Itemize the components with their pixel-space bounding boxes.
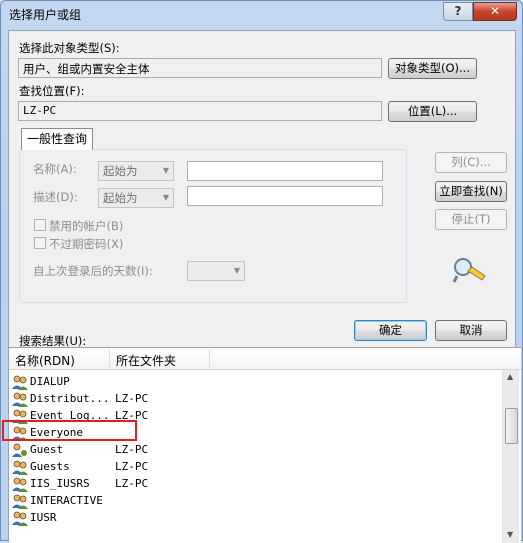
name-input[interactable]	[187, 161, 383, 181]
row-name: IUSR	[30, 511, 57, 524]
description-input[interactable]	[187, 186, 383, 206]
row-folder: LZ-PC	[115, 477, 149, 490]
chevron-down-icon: ▼	[162, 166, 169, 175]
object-type-label: 选择此对象类型(S):	[19, 41, 120, 55]
scroll-down-icon[interactable]: ▼	[507, 530, 513, 539]
list-item[interactable]: IUSR	[9, 510, 499, 527]
column-divider[interactable]	[209, 350, 210, 368]
user-icon	[12, 443, 27, 457]
non-expiring-password-checkbox[interactable]	[34, 237, 46, 249]
name-mode-select[interactable]: 起始为 ▼	[98, 161, 174, 181]
chevron-down-icon: ▼	[162, 193, 169, 202]
dialog-window: 选择用户或组 ? ✕ 选择此对象类型(S): 用户、组或内置安全主体 对象类型(…	[0, 0, 523, 543]
title-bar[interactable]: 选择用户或组 ? ✕	[1, 1, 522, 27]
non-expiring-password-label: 不过期密码(X)	[49, 237, 124, 251]
list-item[interactable]: IIS_IUSRS LZ-PC	[9, 476, 499, 493]
name-label: 名称(A):	[33, 162, 77, 176]
location-field: LZ-PC	[18, 101, 382, 121]
row-name: Guests	[30, 460, 70, 473]
description-mode-select[interactable]: 起始为 ▼	[98, 188, 174, 208]
days-since-logon-select[interactable]: ▼	[187, 261, 245, 281]
group-icon	[12, 477, 28, 492]
list-item[interactable]: Distribut... LZ-PC	[9, 391, 499, 408]
description-mode-value: 起始为	[103, 191, 138, 205]
description-label: 描述(D):	[33, 190, 78, 204]
row-folder: LZ-PC	[115, 443, 149, 456]
tab-common-queries[interactable]: 一般性查询	[21, 128, 93, 150]
chevron-down-icon: ▼	[233, 266, 240, 275]
group-icon	[12, 392, 28, 407]
location-label: 查找位置(F):	[19, 84, 85, 98]
cancel-button[interactable]: 取消	[435, 320, 507, 341]
row-folder: LZ-PC	[115, 460, 149, 473]
disabled-accounts-label: 禁用的帐户(B)	[49, 219, 124, 233]
scroll-up-icon[interactable]: ▲	[507, 372, 513, 381]
row-folder: LZ-PC	[115, 392, 149, 405]
find-now-button[interactable]: 立即查找(N)	[435, 181, 507, 202]
object-type-field: 用户、组或内置安全主体	[18, 58, 382, 78]
column-divider[interactable]	[109, 350, 110, 368]
list-item[interactable]: Guest LZ-PC	[9, 442, 499, 459]
list-item[interactable]: Guests LZ-PC	[9, 459, 499, 476]
column-header-name[interactable]: 名称(RDN)	[15, 352, 75, 369]
row-name: INTERACTIVE	[30, 494, 103, 507]
days-since-logon-label: 自上次登录后的天数(I):	[33, 264, 153, 278]
name-mode-value: 起始为	[103, 164, 138, 178]
group-icon	[12, 375, 28, 390]
locations-button[interactable]: 位置(L)...	[388, 101, 477, 122]
columns-button[interactable]: 列(C)...	[435, 152, 507, 173]
vertical-scrollbar[interactable]: ▲ ▼	[502, 370, 519, 543]
highlight-box	[2, 420, 137, 441]
results-header: 名称(RDN) 所在文件夹	[9, 348, 521, 370]
object-types-button[interactable]: 对象类型(O)...	[388, 58, 477, 79]
dialog-body: 选择此对象类型(S): 用户、组或内置安全主体 对象类型(O)... 查找位置(…	[8, 30, 521, 543]
window-title: 选择用户或组	[9, 8, 82, 22]
search-results-list[interactable]: 名称(RDN) 所在文件夹 DIALUP Distribut... LZ-PC Eve…	[9, 347, 521, 543]
row-name: DIALUP	[30, 375, 70, 388]
search-flashlight-icon	[452, 258, 486, 283]
ok-button[interactable]: 确定	[354, 320, 427, 341]
row-name: Distribut...	[30, 392, 110, 405]
list-item[interactable]: INTERACTIVE	[9, 493, 499, 510]
disabled-accounts-checkbox[interactable]	[34, 219, 46, 231]
group-icon	[12, 511, 28, 526]
row-name: IIS_IUSRS	[30, 477, 90, 490]
close-button[interactable]: ✕	[473, 2, 517, 21]
scrollbar-thumb[interactable]	[505, 408, 518, 444]
column-header-folder[interactable]: 所在文件夹	[116, 352, 176, 369]
list-item[interactable]: DIALUP	[9, 374, 499, 391]
stop-button[interactable]: 停止(T)	[435, 209, 507, 230]
group-icon	[12, 494, 28, 509]
help-button[interactable]: ?	[443, 2, 473, 21]
group-icon	[12, 460, 28, 475]
row-name: Guest	[30, 443, 64, 456]
